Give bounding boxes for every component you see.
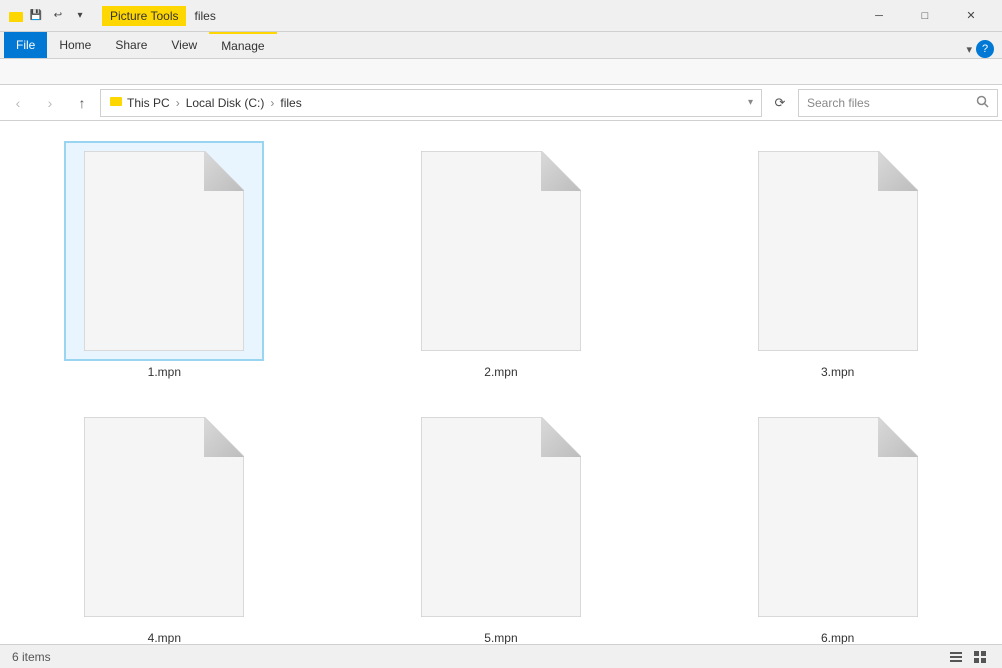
back-button[interactable]: ‹ bbox=[4, 89, 32, 117]
file-grid: 1.mpn 2.mpn 3.mpn 4.mpn bbox=[0, 121, 1002, 644]
list-view-button[interactable] bbox=[946, 647, 966, 667]
quick-undo-btn[interactable]: ↩ bbox=[48, 6, 68, 26]
tab-view[interactable]: View bbox=[159, 32, 209, 58]
search-placeholder: Search files bbox=[807, 96, 972, 110]
ribbon-tabs: File Home Share View Manage ▾ ? bbox=[0, 32, 1002, 58]
ribbon: File Home Share View Manage ▾ ? bbox=[0, 32, 1002, 85]
search-icon bbox=[976, 95, 989, 111]
path-sep-1: › bbox=[176, 96, 180, 110]
path-files: files bbox=[280, 96, 301, 110]
path-dropdown-btn[interactable]: ▾ bbox=[748, 97, 753, 108]
file-icon-wrapper bbox=[738, 141, 938, 361]
folder-icon bbox=[8, 8, 24, 24]
title-bar-left: 💾 ↩ ▾ Picture Tools files bbox=[8, 6, 856, 26]
file-item-file3[interactable]: 3.mpn bbox=[738, 137, 938, 383]
tab-file[interactable]: File bbox=[4, 32, 47, 58]
grid-view-button[interactable] bbox=[970, 647, 990, 667]
path-sep-2: › bbox=[270, 96, 274, 110]
status-right bbox=[946, 647, 990, 667]
item-count: 6 items bbox=[12, 650, 51, 664]
path-thispc: This PC bbox=[127, 96, 170, 110]
file-label: 3.mpn bbox=[821, 365, 854, 379]
window-title: files bbox=[194, 9, 215, 23]
title-bar: 💾 ↩ ▾ Picture Tools files ─ □ ✕ bbox=[0, 0, 1002, 32]
file-icon bbox=[84, 417, 244, 617]
tab-manage[interactable]: Manage bbox=[209, 32, 276, 58]
status-bar: 6 items bbox=[0, 644, 1002, 668]
file-item-file4[interactable]: 4.mpn bbox=[64, 403, 264, 644]
path-folder-icon bbox=[109, 94, 123, 111]
file-icon-wrapper bbox=[401, 141, 601, 361]
file-item-file5[interactable]: 5.mpn bbox=[401, 403, 601, 644]
tab-home[interactable]: Home bbox=[47, 32, 103, 58]
forward-button[interactable]: › bbox=[36, 89, 64, 117]
path-localdisk: Local Disk (C:) bbox=[186, 96, 265, 110]
file-item-file1[interactable]: 1.mpn bbox=[64, 137, 264, 383]
address-bar: ‹ › ↑ This PC › Local Disk (C:) › files … bbox=[0, 85, 1002, 121]
minimize-button[interactable]: ─ bbox=[856, 0, 902, 32]
file-label: 4.mpn bbox=[148, 631, 181, 644]
file-icon-wrapper bbox=[64, 407, 264, 627]
file-icon bbox=[84, 151, 244, 351]
tab-share[interactable]: Share bbox=[103, 32, 159, 58]
ribbon-content bbox=[0, 58, 1002, 84]
window-controls: ─ □ ✕ bbox=[856, 0, 994, 32]
ribbon-collapse-btn[interactable]: ▾ bbox=[966, 43, 972, 56]
file-icon bbox=[421, 417, 581, 617]
file-icon-wrapper bbox=[401, 407, 601, 627]
close-button[interactable]: ✕ bbox=[948, 0, 994, 32]
quick-dropdown-btn[interactable]: ▾ bbox=[70, 6, 90, 26]
file-icon-wrapper bbox=[738, 407, 938, 627]
address-path[interactable]: This PC › Local Disk (C:) › files ▾ bbox=[100, 89, 762, 117]
file-icon-wrapper bbox=[64, 141, 264, 361]
up-button[interactable]: ↑ bbox=[68, 89, 96, 117]
help-btn[interactable]: ? bbox=[976, 40, 994, 58]
search-box[interactable]: Search files bbox=[798, 89, 998, 117]
file-label: 5.mpn bbox=[484, 631, 517, 644]
file-label: 2.mpn bbox=[484, 365, 517, 379]
file-icon bbox=[758, 151, 918, 351]
maximize-button[interactable]: □ bbox=[902, 0, 948, 32]
refresh-button[interactable]: ⟳ bbox=[766, 89, 794, 117]
file-label: 6.mpn bbox=[821, 631, 854, 644]
picture-tools-label: Picture Tools bbox=[102, 6, 186, 26]
file-icon bbox=[758, 417, 918, 617]
quick-access: 💾 ↩ ▾ bbox=[8, 6, 90, 26]
file-item-file6[interactable]: 6.mpn bbox=[738, 403, 938, 644]
quick-save-btn[interactable]: 💾 bbox=[26, 6, 46, 26]
file-icon bbox=[421, 151, 581, 351]
file-item-file2[interactable]: 2.mpn bbox=[401, 137, 601, 383]
file-label: 1.mpn bbox=[148, 365, 181, 379]
